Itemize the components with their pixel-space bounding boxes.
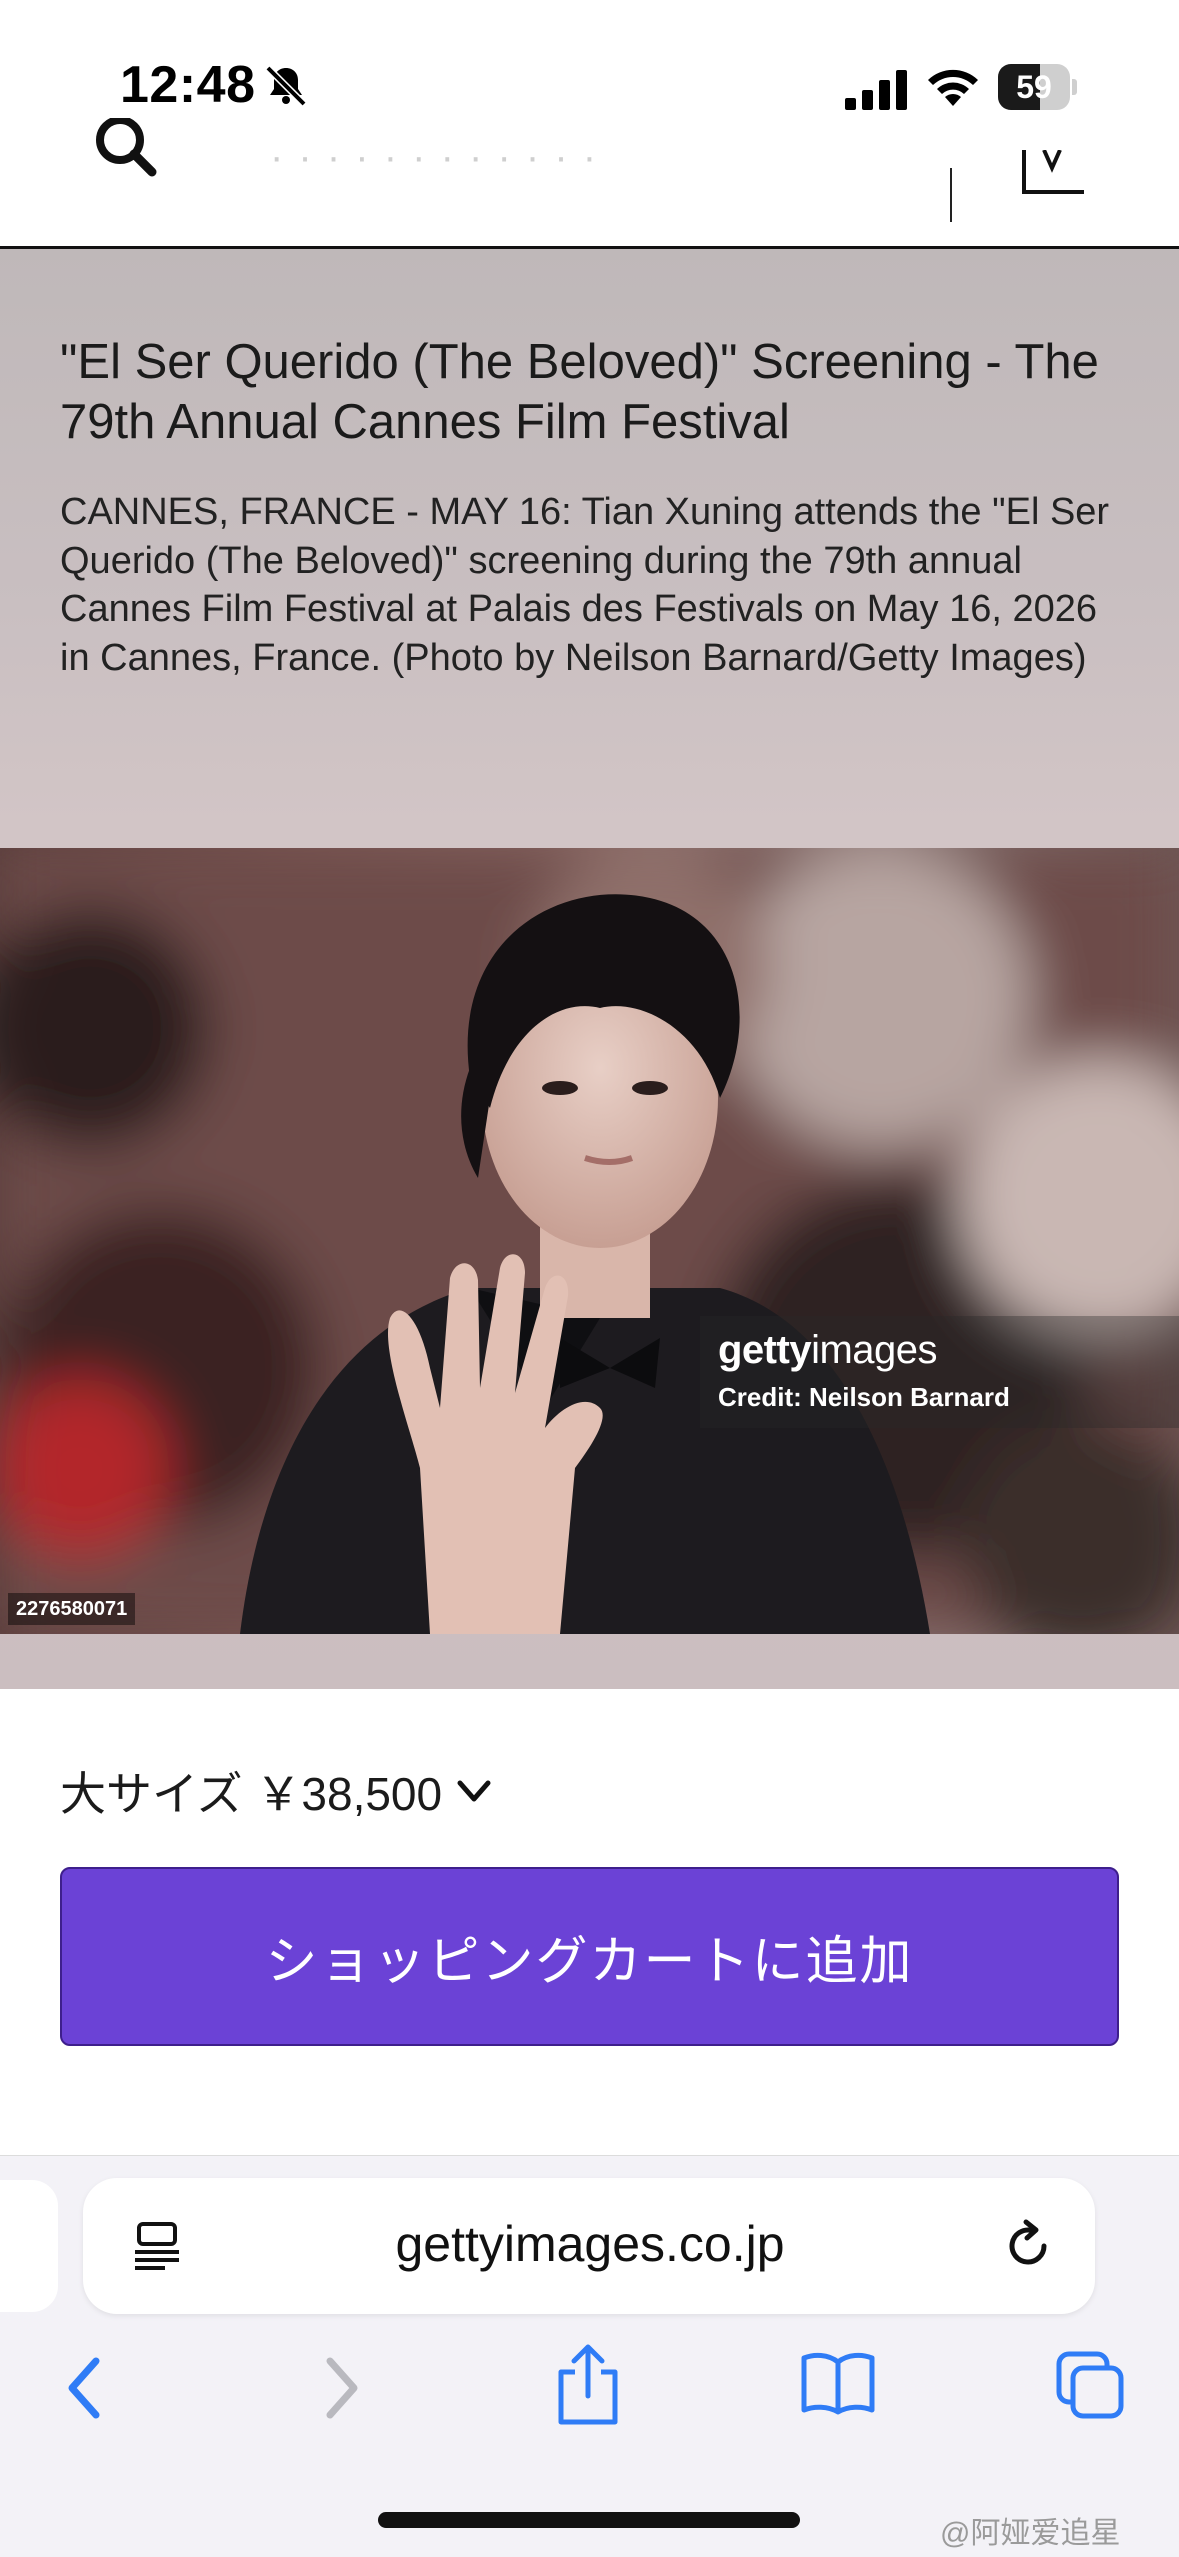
battery-body: 59 [998, 64, 1070, 110]
battery-icon: 59 [998, 64, 1078, 110]
share-icon[interactable] [553, 2342, 623, 2426]
bookmarks-icon[interactable] [800, 2350, 876, 2416]
photo-credit: Credit: Neilson Barnard [718, 1382, 1010, 1412]
reload-icon[interactable] [1000, 2218, 1056, 2274]
previous-tab-edge[interactable] [0, 2180, 58, 2312]
battery-level: 59 [1016, 69, 1052, 105]
battery-nub [1072, 79, 1077, 95]
photo-illustration [0, 848, 1179, 1634]
bell-slash-icon [265, 65, 307, 107]
wifi-icon [928, 69, 978, 106]
reader-icon[interactable] [133, 2220, 181, 2272]
tabs-icon[interactable] [1055, 2350, 1125, 2420]
cart-icon[interactable] [1020, 150, 1088, 200]
chevron-down-icon [457, 1780, 491, 1802]
cellular-signal-icon [845, 70, 907, 110]
back-icon[interactable] [62, 2355, 108, 2421]
status-time: 12:48 [120, 56, 256, 114]
forward-icon[interactable] [318, 2355, 364, 2421]
search-placeholder-fragment[interactable]: · · · · · · · · · · · · [270, 135, 598, 180]
image-id-badge: 2276580071 [8, 1593, 136, 1625]
url-text[interactable]: gettyimages.co.jp [280, 2215, 900, 2273]
size-price-label: 大サイズ ￥38,500 [60, 1768, 443, 1820]
image-caption: CANNES, FRANCE - MAY 16: Tian Xuning att… [60, 491, 1110, 679]
search-icon[interactable] [90, 118, 160, 188]
hero-photo[interactable] [0, 848, 1179, 1634]
add-to-cart-button[interactable]: ショッピングカートに追加 [60, 1867, 1119, 2046]
size-selector[interactable]: 大サイズ ￥38,500 [60, 1758, 494, 1824]
header-divider [950, 168, 952, 222]
image-title: "El Ser Querido (The Beloved)" Screening… [60, 335, 1099, 449]
getty-logo: gettyimages [718, 1328, 938, 1372]
home-indicator [378, 2512, 800, 2528]
weibo-watermark: @阿娅爱追星 [940, 2517, 1121, 2550]
